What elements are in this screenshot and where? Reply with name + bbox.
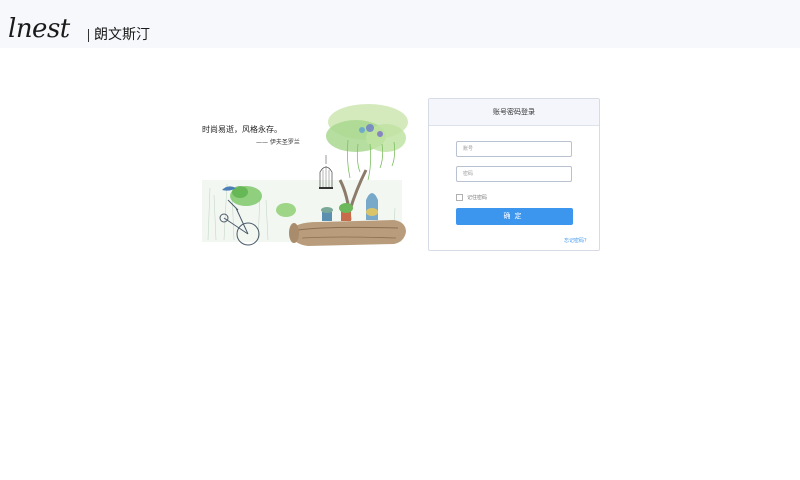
remember-password[interactable]: 记住密码 <box>456 194 487 201</box>
quote-text: 时尚易逝，风格永存。 <box>202 125 282 134</box>
remember-checkbox[interactable] <box>456 194 463 201</box>
username-input[interactable] <box>456 141 572 157</box>
illustration-art <box>202 104 408 246</box>
quote-author: —— 伊夫圣罗兰 <box>256 139 300 146</box>
brand-script-logo: lnest <box>8 14 70 44</box>
brand-name: 朗文斯汀 <box>94 27 150 43</box>
top-header: lnest 朗文斯汀 <box>0 0 800 48</box>
remember-label: 记住密码 <box>467 195 488 201</box>
tree-canopy <box>326 104 408 152</box>
login-illustration: 时尚易逝，风格永存。 —— 伊夫圣罗兰 <box>198 100 410 252</box>
login-title: 账号密码登录 <box>429 99 599 126</box>
password-input[interactable] <box>456 166 572 182</box>
forgot-password-link[interactable]: 忘记密码？ <box>564 237 589 244</box>
wooden-log <box>289 220 406 246</box>
logo-divider <box>88 29 89 42</box>
login-panel: 账号密码登录 记住密码 确定 忘记密码？ <box>428 98 600 251</box>
submit-button[interactable]: 确定 <box>456 208 573 225</box>
